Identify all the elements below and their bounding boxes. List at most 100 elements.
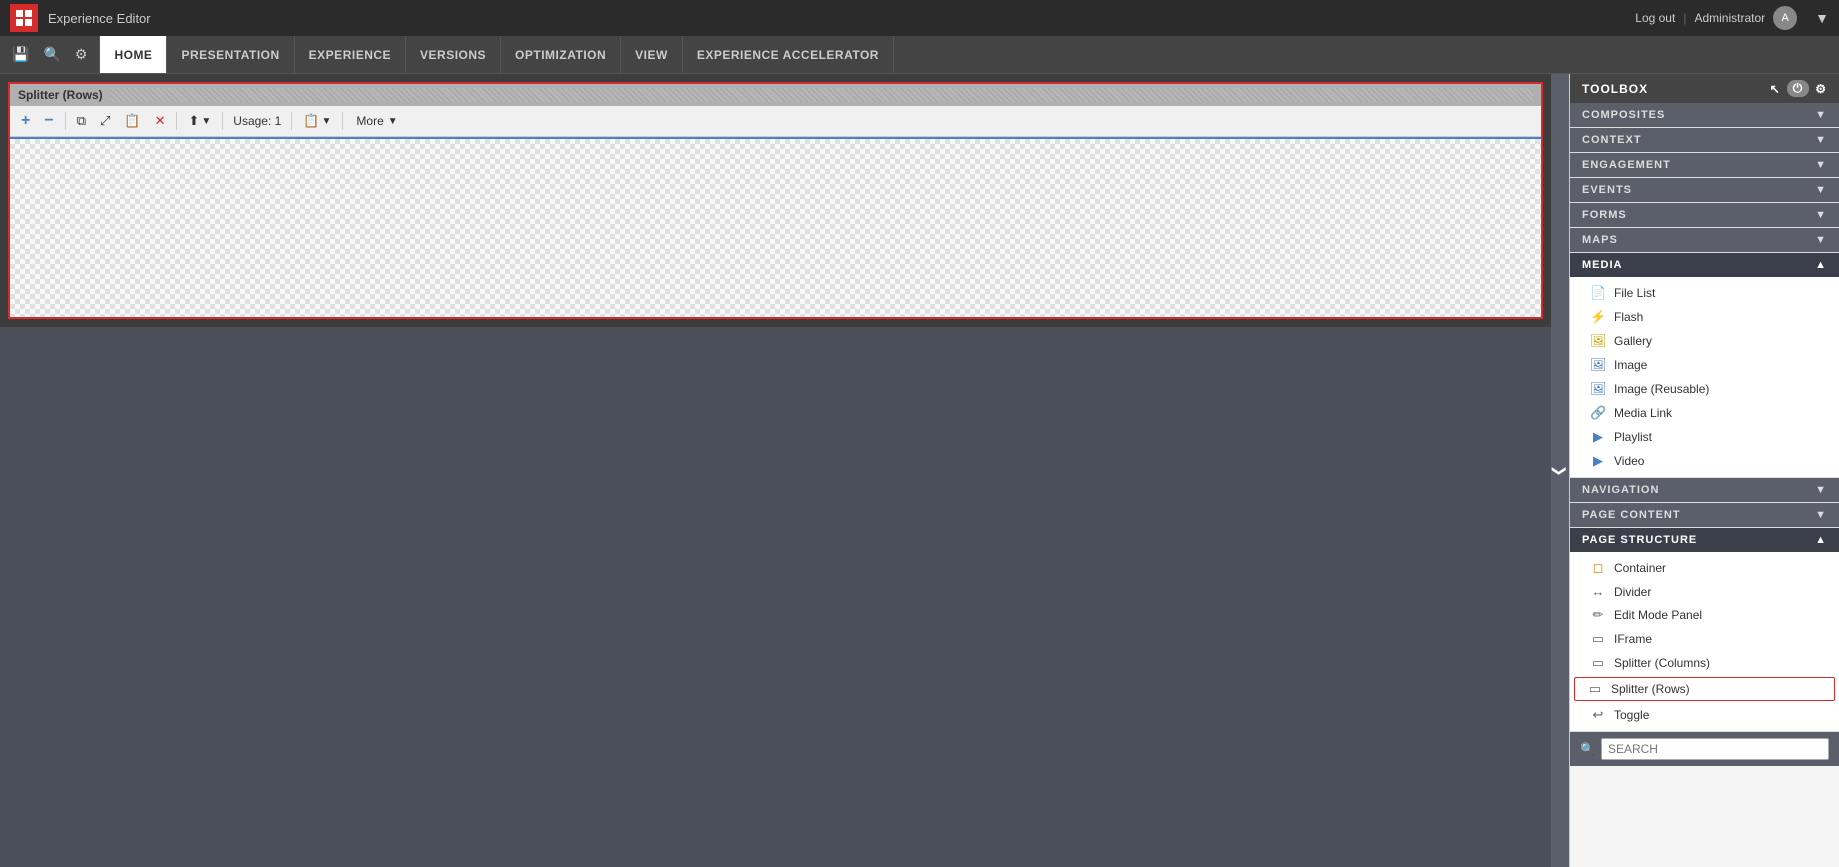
forms-header[interactable]: FORMS ▼ xyxy=(1570,203,1839,227)
search-icon-button[interactable]: 🔍 xyxy=(37,42,66,67)
remove-row-button[interactable]: − xyxy=(39,109,58,133)
engagement-header[interactable]: ENGAGEMENT ▼ xyxy=(1570,153,1839,177)
section-maps: MAPS ▼ xyxy=(1570,228,1839,253)
media-label: MEDIA xyxy=(1582,259,1622,271)
events-label: EVENTS xyxy=(1582,184,1632,196)
tab-experience-accelerator[interactable]: EXPERIENCE ACCELERATOR xyxy=(683,36,894,73)
context-label: CONTEXT xyxy=(1582,134,1642,146)
media-link-icon: 🔗 xyxy=(1590,405,1606,421)
copy2-dropdown: ▼ xyxy=(322,116,332,127)
item-splitter-columns[interactable]: ▭ Splitter (Columns) xyxy=(1570,651,1839,675)
logout-link[interactable]: Log out xyxy=(1635,11,1675,25)
section-engagement: ENGAGEMENT ▼ xyxy=(1570,153,1839,178)
save-icon-button[interactable]: 💾 xyxy=(6,42,35,67)
toggle-icon[interactable]: ⏻ xyxy=(1787,80,1810,97)
move-icon: ⬆ xyxy=(188,113,199,129)
toolbox-title: TOOLBOX xyxy=(1582,82,1648,96)
divider-icon: ↔ xyxy=(1590,584,1606,599)
section-events: EVENTS ▼ xyxy=(1570,178,1839,203)
nav-icon-group: 💾 🔍 ⚙ xyxy=(0,36,100,73)
context-chevron: ▼ xyxy=(1815,134,1827,146)
collapse-ribbon-button[interactable]: ▼ xyxy=(1815,10,1829,26)
item-toggle[interactable]: ↩ Toggle xyxy=(1570,703,1839,727)
media-header[interactable]: MEDIA ▲ xyxy=(1570,253,1839,277)
forms-chevron: ▼ xyxy=(1815,209,1827,221)
user-name: Administrator xyxy=(1694,11,1765,25)
toolbox-header: TOOLBOX ↖ ⏻ ⚙ xyxy=(1570,74,1839,103)
engagement-chevron: ▼ xyxy=(1815,159,1827,171)
item-playlist[interactable]: ▶ Playlist xyxy=(1570,425,1839,449)
tab-home[interactable]: HOME xyxy=(100,36,167,73)
pointer-icon: ↖ xyxy=(1770,82,1781,96)
item-edit-mode-panel[interactable]: ✏ Edit Mode Panel xyxy=(1570,603,1839,627)
copy2-button[interactable]: 📋 ▼ xyxy=(298,110,336,132)
tab-optimization[interactable]: OPTIMIZATION xyxy=(501,36,621,73)
section-composites: COMPOSITES ▼ xyxy=(1570,103,1839,128)
item-video[interactable]: ▶ Video xyxy=(1570,449,1839,473)
page-content-header[interactable]: PAGE CONTENT ▼ xyxy=(1570,503,1839,527)
item-splitter-rows[interactable]: ▭ Splitter (Rows) xyxy=(1574,677,1835,701)
item-media-link[interactable]: 🔗 Media Link xyxy=(1570,401,1839,425)
search-input[interactable] xyxy=(1601,738,1829,760)
iframe-icon: ▭ xyxy=(1590,631,1606,647)
add-row-button[interactable]: + xyxy=(16,109,35,133)
section-page-content: PAGE CONTENT ▼ xyxy=(1570,503,1839,528)
move-button[interactable]: ⤢ xyxy=(95,110,115,132)
section-media: MEDIA ▲ 📄 File List ⚡ Flash 🖼 Gallery 🖼 xyxy=(1570,253,1839,478)
media-link-label: Media Link xyxy=(1614,406,1672,420)
bottom-area xyxy=(0,327,1551,867)
item-image-reusable[interactable]: 🖼 Image (Reusable) xyxy=(1570,377,1839,401)
more-label: More xyxy=(356,114,383,128)
context-header[interactable]: CONTEXT ▼ xyxy=(1570,128,1839,152)
composites-header[interactable]: COMPOSITES ▼ xyxy=(1570,103,1839,127)
video-icon: ▶ xyxy=(1590,453,1606,469)
navigation-label: NAVIGATION xyxy=(1582,484,1659,496)
item-flash[interactable]: ⚡ Flash xyxy=(1570,305,1839,329)
tab-versions[interactable]: VERSIONS xyxy=(406,36,501,73)
page-structure-label: PAGE STRUCTURE xyxy=(1582,534,1697,546)
tab-presentation[interactable]: PRESENTATION xyxy=(167,36,294,73)
delete-button[interactable]: ✕ xyxy=(150,110,171,132)
tab-experience[interactable]: EXPERIENCE xyxy=(295,36,406,73)
media-items: 📄 File List ⚡ Flash 🖼 Gallery 🖼 Image 🖼 xyxy=(1570,277,1839,477)
page-structure-chevron: ▲ xyxy=(1815,534,1827,546)
maps-header[interactable]: MAPS ▼ xyxy=(1570,228,1839,252)
gallery-icon: 🖼 xyxy=(1590,333,1606,349)
edit-mode-panel-label: Edit Mode Panel xyxy=(1614,608,1702,622)
move-dropdown-button[interactable]: ⬆ ▼ xyxy=(183,110,216,132)
sidebar-toggle-button[interactable]: ❯ xyxy=(1551,74,1569,867)
item-image[interactable]: 🖼 Image xyxy=(1570,353,1839,377)
toggle-item-icon: ↩ xyxy=(1590,707,1606,723)
splitter-rows-component: Splitter (Rows) + − ⧉ ⤢ 📋 ✕ ⬆ ▼ Usage: 1 xyxy=(8,82,1543,319)
page-structure-header[interactable]: PAGE STRUCTURE ▲ xyxy=(1570,528,1839,552)
video-label: Video xyxy=(1614,454,1644,468)
more-button[interactable]: More ▼ xyxy=(349,111,404,131)
splitter-toolbar: + − ⧉ ⤢ 📋 ✕ ⬆ ▼ Usage: 1 📋 ▼ xyxy=(10,106,1541,137)
top-bar: Experience Editor Log out | Administrato… xyxy=(0,0,1839,36)
splitter-content-area xyxy=(10,137,1541,317)
item-gallery[interactable]: 🖼 Gallery xyxy=(1570,329,1839,353)
copy-button[interactable]: ⧉ xyxy=(72,110,91,132)
item-iframe[interactable]: ▭ IFrame xyxy=(1570,627,1839,651)
section-page-structure: PAGE STRUCTURE ▲ ◻ Container ↔ Divider ✏… xyxy=(1570,528,1839,732)
tab-view[interactable]: VIEW xyxy=(621,36,683,73)
splitter-header: Splitter (Rows) xyxy=(10,84,1541,106)
nav-tabs: HOME PRESENTATION EXPERIENCE VERSIONS OP… xyxy=(100,36,894,73)
playlist-icon: ▶ xyxy=(1590,429,1606,445)
splitter-rows-icon: ▭ xyxy=(1587,681,1603,697)
paste-button[interactable]: 📋 xyxy=(119,110,145,132)
page-content-chevron: ▼ xyxy=(1815,509,1827,521)
splitter-rows-label: Splitter (Rows) xyxy=(1611,682,1690,696)
navigation-header[interactable]: NAVIGATION ▼ xyxy=(1570,478,1839,502)
navigation-chevron: ▼ xyxy=(1815,484,1827,496)
events-header[interactable]: EVENTS ▼ xyxy=(1570,178,1839,202)
item-divider[interactable]: ↔ Divider xyxy=(1570,580,1839,603)
flash-label: Flash xyxy=(1614,310,1643,324)
container-label: Container xyxy=(1614,561,1666,575)
section-forms: FORMS ▼ xyxy=(1570,203,1839,228)
settings-icon[interactable]: ⚙ xyxy=(1815,82,1827,96)
settings-icon-button[interactable]: ⚙ xyxy=(69,42,94,67)
item-file-list[interactable]: 📄 File List xyxy=(1570,281,1839,305)
item-container[interactable]: ◻ Container xyxy=(1570,556,1839,580)
composites-chevron: ▼ xyxy=(1815,109,1827,121)
